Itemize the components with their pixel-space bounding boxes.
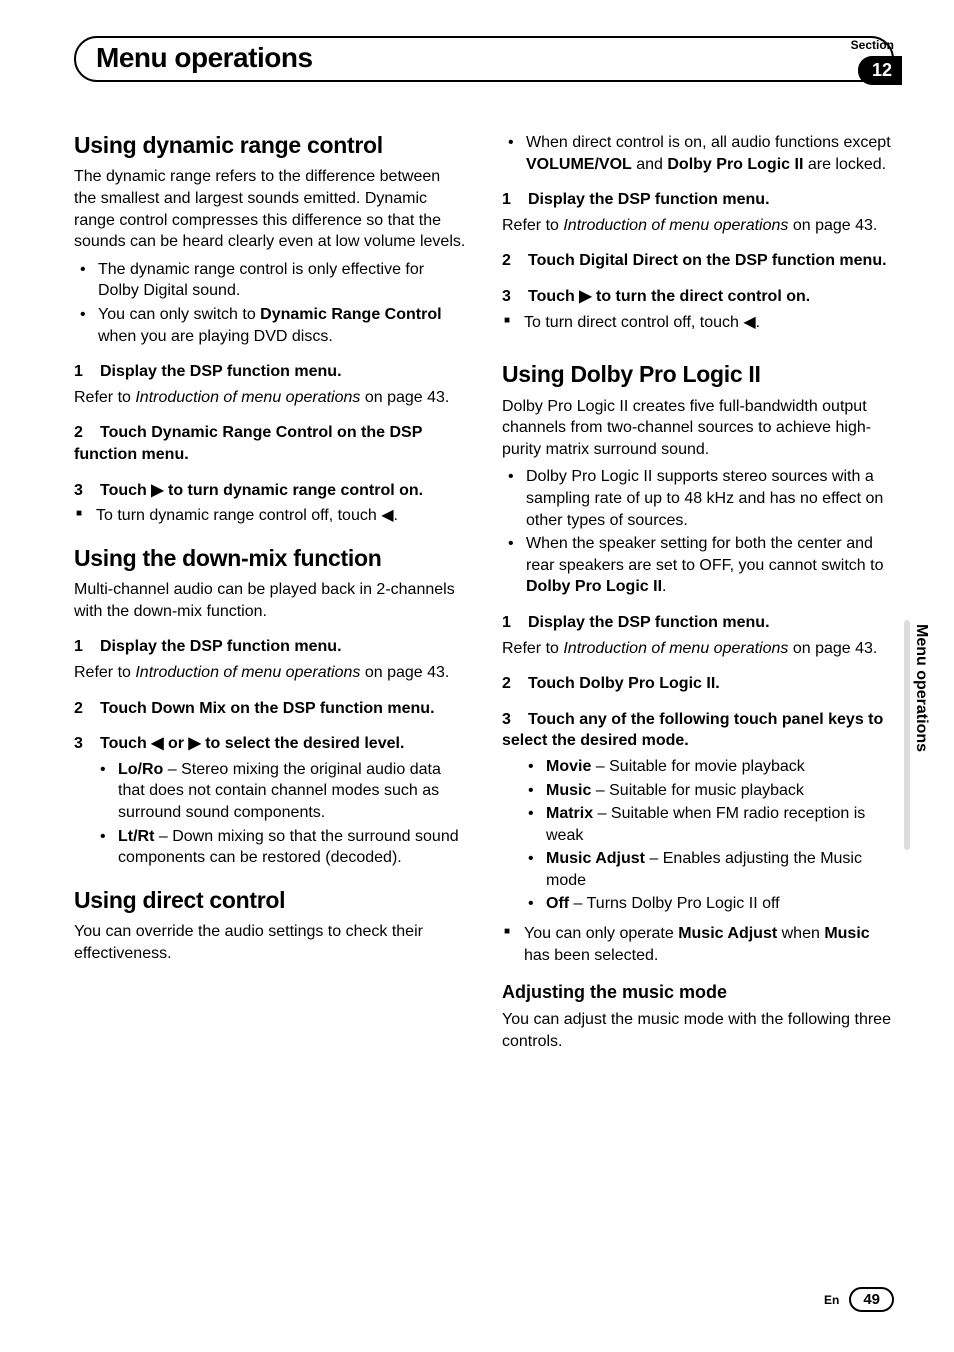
text: – Turns Dolby Pro Logic II off [569, 895, 779, 912]
text-italic: Introduction of menu operations [563, 217, 788, 234]
text: Refer to [74, 389, 135, 406]
note: To turn direct control off, touch ◀. [502, 312, 894, 334]
footer: En 49 [824, 1287, 894, 1312]
step: 1Display the DSP function menu. [74, 361, 466, 383]
para: The dynamic range refers to the differen… [74, 166, 466, 252]
section-label: Section [851, 38, 894, 52]
step: 3Touch ▶ to turn the direct control on. [502, 286, 894, 308]
step: 3Touch ◀ or ▶ to select the desired leve… [74, 733, 466, 755]
page-title: Menu operations [96, 42, 872, 74]
list-item: You can only switch to Dynamic Range Con… [74, 304, 466, 347]
text: on page 43. [788, 217, 877, 234]
text: – Suitable when FM radio reception is we… [546, 805, 865, 844]
para: Refer to Introduction of menu operations… [74, 662, 466, 684]
list-item: Matrix – Suitable when FM radio receptio… [524, 803, 894, 846]
text: – Suitable for music playback [591, 782, 804, 799]
heading-dynamic-range: Using dynamic range control [74, 132, 466, 158]
text-bold: Off [546, 895, 569, 912]
text: are locked. [803, 156, 886, 173]
step: 3Touch any of the following touch panel … [502, 709, 894, 752]
para: You can override the audio settings to c… [74, 921, 466, 964]
text-italic: Introduction of menu operations [135, 664, 360, 681]
list-item: Dolby Pro Logic II supports stereo sourc… [502, 466, 894, 531]
list-item: Music Adjust – Enables adjusting the Mus… [524, 848, 894, 891]
step: 1Display the DSP function menu. [502, 189, 894, 211]
left-column: Using dynamic range control The dynamic … [74, 132, 466, 1058]
list-item: Off – Turns Dolby Pro Logic II off [524, 893, 894, 915]
text-bold: Dynamic Range Control [260, 306, 441, 323]
title-container: Menu operations [74, 36, 894, 82]
text-bold: Dolby Pro Logic II [526, 578, 662, 595]
heading-direct-control: Using direct control [74, 887, 466, 913]
step: 2Touch Dolby Pro Logic II. [502, 673, 894, 695]
step: 2Touch Digital Direct on the DSP functio… [502, 250, 894, 272]
para: Refer to Introduction of menu operations… [74, 387, 466, 409]
right-column: When direct control is on, all audio fun… [502, 132, 894, 1058]
text-bold: Lt/Rt [118, 828, 154, 845]
note: You can only operate Music Adjust when M… [502, 923, 894, 966]
text-bold: Movie [546, 758, 591, 775]
text: Refer to [74, 664, 135, 681]
text-italic: Introduction of menu operations [135, 389, 360, 406]
text: Refer to [502, 217, 563, 234]
text: You can only operate [524, 925, 678, 942]
text: – Suitable for movie playback [591, 758, 804, 775]
heading-dolby-pro-logic: Using Dolby Pro Logic II [502, 361, 894, 387]
text: has been selected. [524, 947, 658, 964]
para: Refer to Introduction of menu operations… [502, 215, 894, 237]
text-bold: Music Adjust [678, 925, 777, 942]
side-tab-label: Menu operations [912, 620, 930, 756]
text: – Down mixing so that the surround sound… [118, 828, 459, 867]
text: when you are playing DVD discs. [98, 328, 333, 345]
list-item: The dynamic range control is only effect… [74, 259, 466, 302]
footer-lang: En [824, 1293, 839, 1307]
text-bold: Dolby Pro Logic II [667, 156, 803, 173]
list-item: When direct control is on, all audio fun… [502, 132, 894, 175]
para: Multi-channel audio can be played back i… [74, 579, 466, 622]
text-bold: Matrix [546, 805, 593, 822]
step: 2Touch Dynamic Range Control on the DSP … [74, 422, 466, 465]
text: – Stereo mixing the original audio data … [118, 761, 441, 821]
text-bold: VOLUME/VOL [526, 156, 632, 173]
step: 1Display the DSP function menu. [74, 636, 466, 658]
text-bold: Music [546, 782, 591, 799]
text: Refer to [502, 640, 563, 657]
text: and [632, 156, 668, 173]
text-bold: Music Adjust [546, 850, 645, 867]
text: . [662, 578, 666, 595]
para: Dolby Pro Logic II creates five full-ban… [502, 396, 894, 461]
text: on page 43. [360, 664, 449, 681]
text: on page 43. [360, 389, 449, 406]
para: You can adjust the music mode with the f… [502, 1009, 894, 1052]
list-item: When the speaker setting for both the ce… [502, 533, 894, 598]
step: 1Display the DSP function menu. [502, 612, 894, 634]
list-item: Music – Suitable for music playback [524, 780, 894, 802]
text: When the speaker setting for both the ce… [526, 535, 884, 574]
list-item: Movie – Suitable for movie playback [524, 756, 894, 778]
list-item: Lo/Ro – Stereo mixing the original audio… [96, 759, 466, 824]
heading-down-mix: Using the down-mix function [74, 545, 466, 571]
step: 3Touch ▶ to turn dynamic range control o… [74, 480, 466, 502]
text-italic: Introduction of menu operations [563, 640, 788, 657]
step: 2Touch Down Mix on the DSP function menu… [74, 698, 466, 720]
text-bold: Music [824, 925, 869, 942]
text: when [777, 925, 824, 942]
para: Refer to Introduction of menu operations… [502, 638, 894, 660]
note: To turn dynamic range control off, touch… [74, 505, 466, 527]
text: on page 43. [788, 640, 877, 657]
side-tab-bar [904, 620, 910, 850]
list-item: Lt/Rt – Down mixing so that the surround… [96, 826, 466, 869]
text-bold: Lo/Ro [118, 761, 163, 778]
text: You can only switch to [98, 306, 260, 323]
footer-page-number: 49 [849, 1287, 894, 1312]
heading-adjust-music: Adjusting the music mode [502, 982, 894, 1003]
section-number-badge: 12 [858, 56, 902, 85]
text: When direct control is on, all audio fun… [526, 134, 891, 151]
